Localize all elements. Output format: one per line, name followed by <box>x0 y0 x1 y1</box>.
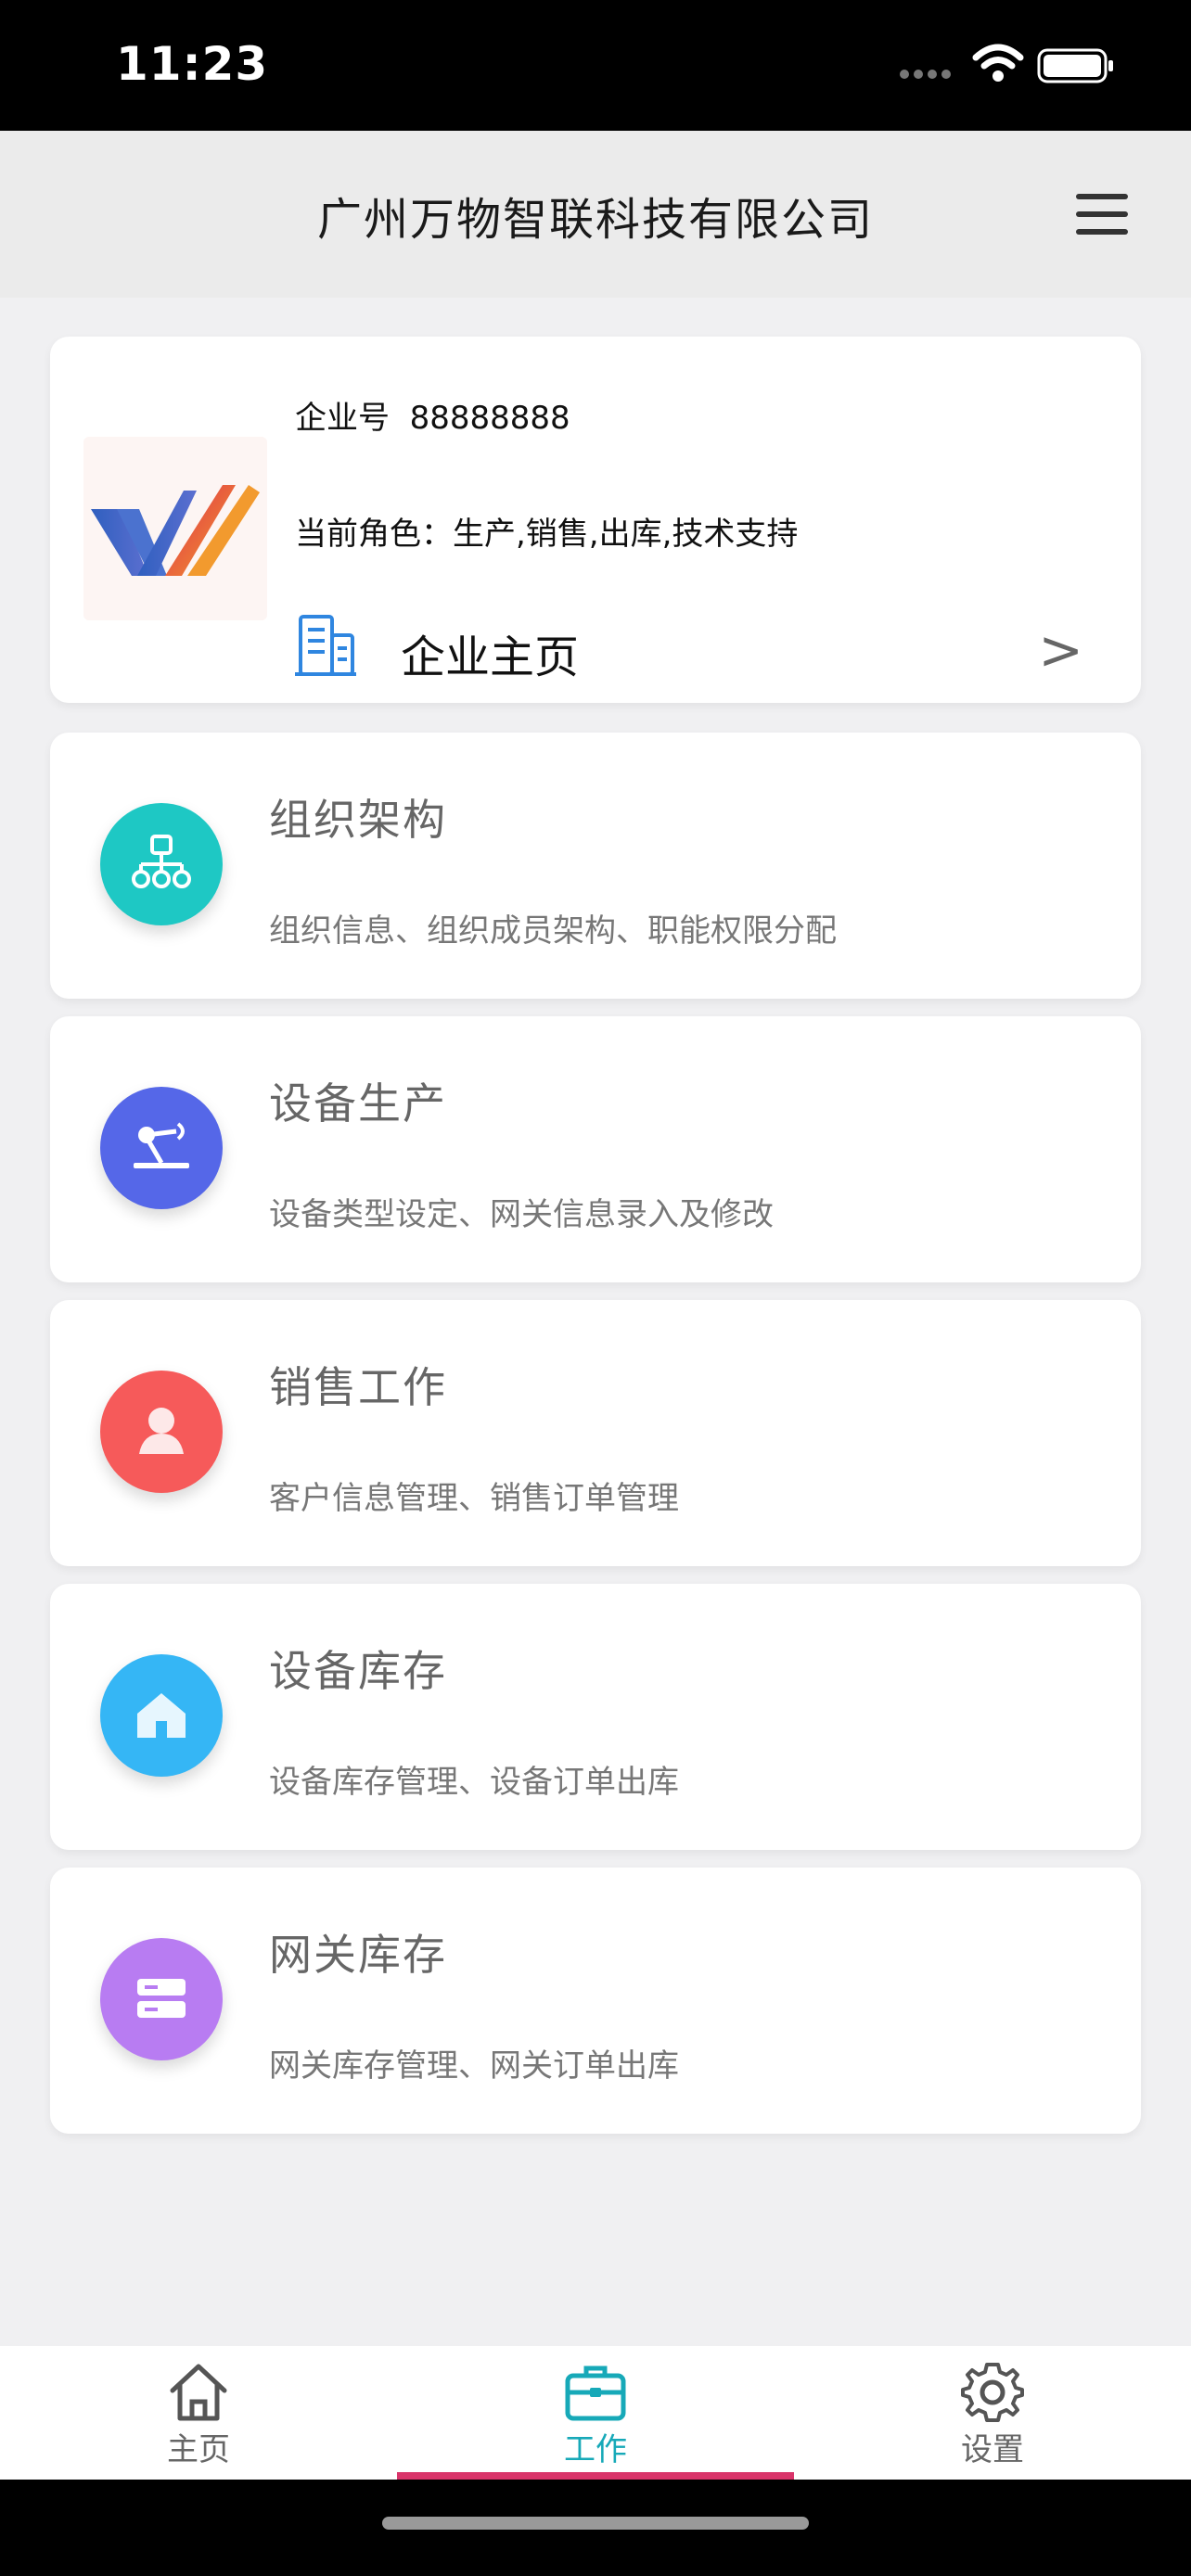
company-card: 企业号 88888888 当前角色：生产,销售,出库,技术支持 企业主页 > <box>50 337 1141 703</box>
company-homepage-link[interactable]: 企业主页 > <box>295 606 1083 689</box>
menu-title: 设备库存 <box>269 1646 447 1696</box>
menu-title: 网关库存 <box>269 1930 447 1980</box>
menu-card-sales[interactable]: 销售工作 客户信息管理、销售订单管理 <box>50 1300 1141 1566</box>
company-logo <box>83 437 267 620</box>
menu-description: 组织信息、组织成员架构、职能权限分配 <box>269 912 837 950</box>
page-title: 广州万物智联科技有限公司 <box>316 194 874 246</box>
building-icon <box>295 615 356 676</box>
home-indicator-area <box>0 2480 1191 2576</box>
active-tab-indicator <box>397 2472 794 2480</box>
tab-label: 主页 <box>167 2431 230 2468</box>
signal-icon <box>900 65 957 79</box>
hamburger-menu-icon[interactable] <box>1076 194 1128 235</box>
menu-card-gateway-stock[interactable]: 网关库存 网关库存管理、网关订单出库 <box>50 1868 1141 2134</box>
app-header: 广州万物智联科技有限公司 <box>0 131 1191 298</box>
company-id-value: 88888888 <box>409 400 570 437</box>
tab-label: 设置 <box>961 2431 1024 2468</box>
status-bar: 11:23 <box>0 0 1191 131</box>
menu-card-device-stock[interactable]: 设备库存 设备库存管理、设备订单出库 <box>50 1584 1141 1850</box>
menu-card-production[interactable]: 设备生产 设备类型设定、网关信息录入及修改 <box>50 1016 1141 1282</box>
menu-description: 网关库存管理、网关订单出库 <box>269 2047 679 2085</box>
server-icon <box>100 1938 223 2060</box>
menu-description: 客户信息管理、销售订单管理 <box>269 1480 679 1517</box>
menu-description: 设备库存管理、设备订单出库 <box>269 1764 679 1801</box>
status-time: 11:23 <box>116 37 269 91</box>
tab-work[interactable]: 工作 <box>397 2346 794 2480</box>
menu-title: 销售工作 <box>269 1362 447 1412</box>
current-role: 当前角色：生产,销售,出库,技术支持 <box>295 516 799 553</box>
menu-title: 设备生产 <box>269 1078 447 1129</box>
home-indicator[interactable] <box>382 2517 809 2530</box>
tab-home[interactable]: 主页 <box>0 2346 397 2480</box>
chevron-right-icon: > <box>1038 618 1083 682</box>
battery-icon <box>1037 48 1113 83</box>
menu-card-org[interactable]: 组织架构 组织信息、组织成员架构、职能权限分配 <box>50 733 1141 999</box>
wifi-icon <box>972 44 1024 82</box>
menu-title: 组织架构 <box>269 795 447 845</box>
gear-icon <box>961 2363 1024 2422</box>
company-homepage-label: 企业主页 <box>401 631 580 683</box>
menu-description: 设备类型设定、网关信息录入及修改 <box>269 1196 774 1233</box>
company-logo-graphic <box>91 485 260 576</box>
tab-label: 工作 <box>564 2431 627 2468</box>
tab-bar: 主页 工作 设置 <box>0 2346 1191 2480</box>
tab-settings[interactable]: 设置 <box>794 2346 1191 2480</box>
company-id-label: 企业号 <box>295 400 390 437</box>
company-id: 企业号 88888888 <box>295 392 570 438</box>
robot-arm-icon <box>100 1087 223 1209</box>
house-icon <box>100 1654 223 1777</box>
person-icon <box>100 1371 223 1493</box>
home-icon <box>170 2364 227 2421</box>
briefcase-icon <box>565 2366 626 2421</box>
org-chart-icon <box>100 803 223 925</box>
